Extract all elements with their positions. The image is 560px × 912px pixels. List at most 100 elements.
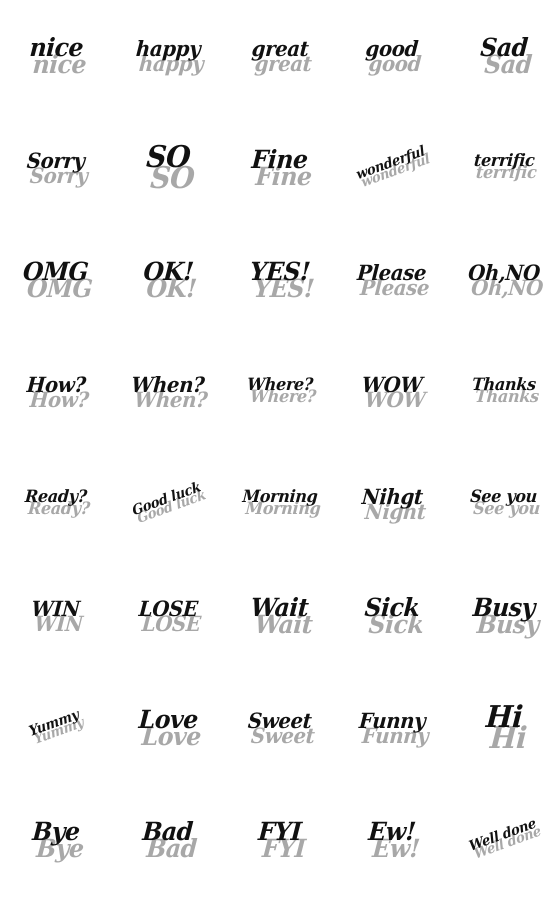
sticker-cell[interactable]: Please Please [336, 224, 448, 336]
sticker-word-primary: good [364, 35, 420, 61]
sticker-cell[interactable]: Sick Sick [336, 560, 448, 672]
sticker-cell[interactable]: Sad Sad [448, 0, 560, 112]
sticker-word-primary: Busy [471, 592, 536, 622]
sticker-cell[interactable]: great great [224, 0, 336, 112]
sticker-word-pair[interactable]: Sweet Sweet [224, 672, 336, 784]
sticker-cell[interactable]: See you See you [448, 448, 560, 560]
sticker-word-pair[interactable]: OK! OK! [112, 224, 224, 336]
sticker-word-primary: Bye [31, 816, 81, 846]
sticker-word-pair[interactable]: Fine Fine [224, 112, 336, 224]
sticker-cell[interactable]: Oh,NO Oh,NO [448, 224, 560, 336]
sticker-word-pair[interactable]: Ew! Ew! [336, 784, 448, 896]
sticker-cell[interactable]: Well done Well done [448, 784, 560, 896]
sticker-word-primary: Nihgt [360, 483, 424, 509]
sticker-word-pair[interactable]: Please Please [336, 224, 448, 336]
sticker-cell[interactable]: Sweet Sweet [224, 672, 336, 784]
sticker-word-pair[interactable]: Sad Sad [448, 0, 560, 112]
sticker-word-primary: Hi [484, 699, 524, 735]
sticker-word-pair[interactable]: Hi Hi [448, 672, 560, 784]
sticker-cell[interactable]: OK! OK! [112, 224, 224, 336]
sticker-cell[interactable]: Nihgt Night [336, 448, 448, 560]
sticker-word-primary: Love [137, 704, 199, 734]
sticker-cell[interactable]: nice nice [0, 0, 112, 112]
sticker-word-pair[interactable]: Sick Sick [336, 560, 448, 672]
sticker-word-pair[interactable]: Ready? Ready? [0, 448, 112, 560]
sticker-cell[interactable]: Funny Funny [336, 672, 448, 784]
sticker-word-pair[interactable]: nice nice [0, 0, 112, 112]
sticker-word-pair[interactable]: Love Love [112, 672, 224, 784]
sticker-cell[interactable]: Bad Bad [112, 784, 224, 896]
sticker-word-pair[interactable]: Well done Well done [432, 768, 560, 912]
sticker-word-pair[interactable]: Bye Bye [0, 784, 112, 896]
sticker-word-primary: Wait [250, 592, 310, 622]
sticker-word-pair[interactable]: YES! YES! [224, 224, 336, 336]
sticker-word-pair[interactable]: FYI FYI [224, 784, 336, 896]
sticker-cell[interactable]: WIN WIN [0, 560, 112, 672]
sticker-cell[interactable]: Fine Fine [224, 112, 336, 224]
sticker-cell[interactable]: OMG OMG [0, 224, 112, 336]
sticker-cell[interactable]: Ew! Ew! [336, 784, 448, 896]
sticker-word-primary: Ew! [367, 816, 417, 846]
sticker-cell[interactable]: Good luck Good luck [112, 448, 224, 560]
sticker-cell[interactable]: When? When? [112, 336, 224, 448]
sticker-word-pair[interactable]: Yummy Yummy [0, 656, 128, 800]
sticker-word-primary: Funny [358, 707, 426, 733]
sticker-word-pair[interactable]: See you See you [448, 448, 560, 560]
sticker-word-pair[interactable]: OMG OMG [0, 224, 112, 336]
sticker-word-pair[interactable]: Where? Where? [224, 336, 336, 448]
sticker-cell[interactable]: good good [336, 0, 448, 112]
sticker-cell[interactable]: Bye Bye [0, 784, 112, 896]
sticker-word-primary: Where? [246, 375, 314, 396]
sticker-cell[interactable]: Yummy Yummy [0, 672, 112, 784]
sticker-word-pair[interactable]: Good luck Good luck [96, 432, 240, 576]
sticker-word-pair[interactable]: great great [224, 0, 336, 112]
sticker-word-pair[interactable]: Bad Bad [112, 784, 224, 896]
sticker-word-pair[interactable]: WOW WOW [336, 336, 448, 448]
sticker-cell[interactable]: Hi Hi [448, 672, 560, 784]
sticker-cell[interactable]: WOW WOW [336, 336, 448, 448]
sticker-word-pair[interactable]: WIN WIN [0, 560, 112, 672]
sticker-word-primary: Sick [363, 592, 421, 622]
sticker-word-primary: nice [28, 32, 84, 62]
sticker-cell[interactable]: Sorry Sorry [0, 112, 112, 224]
sticker-cell[interactable]: Busy Busy [448, 560, 560, 672]
sticker-word-pair[interactable]: good good [336, 0, 448, 112]
sticker-word-pair[interactable]: LOSE LOSE [112, 560, 224, 672]
sticker-word-pair[interactable]: When? When? [112, 336, 224, 448]
sticker-cell[interactable]: LOSE LOSE [112, 560, 224, 672]
sticker-cell[interactable]: Love Love [112, 672, 224, 784]
sticker-word-pair[interactable]: Wait Wait [224, 560, 336, 672]
sticker-word-pair[interactable]: Nihgt Night [336, 448, 448, 560]
sticker-word-primary: SO [144, 139, 192, 175]
sticker-cell[interactable]: Wait Wait [224, 560, 336, 672]
sticker-word-pair[interactable]: Funny Funny [336, 672, 448, 784]
sticker-cell[interactable]: Where? Where? [224, 336, 336, 448]
sticker-cell[interactable]: wonderful wonderful [336, 112, 448, 224]
sticker-word-pair[interactable]: Morning Morning [224, 448, 336, 560]
sticker-word-primary: Bad [141, 816, 195, 846]
sticker-word-pair[interactable]: Thanks Thanks [448, 336, 560, 448]
sticker-cell[interactable]: YES! YES! [224, 224, 336, 336]
sticker-word-pair[interactable]: wonderful wonderful [320, 96, 464, 240]
sticker-cell[interactable]: happy happy [112, 0, 224, 112]
sticker-cell[interactable]: SO SO [112, 112, 224, 224]
sticker-cell[interactable]: Ready? Ready? [0, 448, 112, 560]
sticker-cell[interactable]: Thanks Thanks [448, 336, 560, 448]
sticker-word-pair[interactable]: Busy Busy [448, 560, 560, 672]
sticker-word-primary: Thanks [471, 375, 537, 396]
sticker-word-primary: OK! [142, 256, 194, 286]
sticker-word-pair[interactable]: terrific terrific [448, 112, 560, 224]
sticker-cell[interactable]: Morning Morning [224, 448, 336, 560]
sticker-word-pair[interactable]: Oh,NO Oh,NO [448, 224, 560, 336]
sticker-word-primary: happy [135, 35, 202, 61]
sticker-word-primary: great [250, 35, 310, 61]
sticker-cell[interactable]: terrific terrific [448, 112, 560, 224]
sticker-word-primary: terrific [473, 151, 536, 172]
sticker-cell[interactable]: How? How? [0, 336, 112, 448]
sticker-word-pair[interactable]: Sorry Sorry [0, 112, 112, 224]
sticker-cell[interactable]: FYI FYI [224, 784, 336, 896]
sticker-word-pair[interactable]: happy happy [112, 0, 224, 112]
sticker-word-pair[interactable]: How? How? [0, 336, 112, 448]
sticker-word-pair[interactable]: SO SO [112, 112, 224, 224]
sticker-word-primary: Ready? [24, 487, 88, 508]
